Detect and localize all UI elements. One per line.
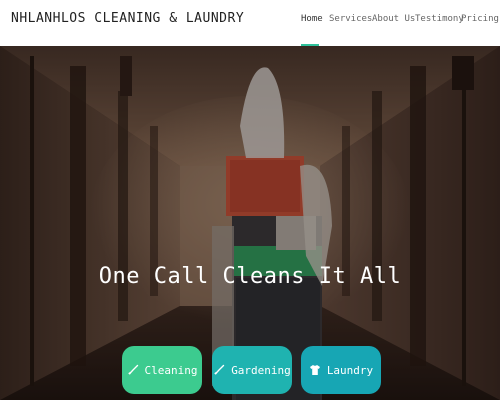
hero-section: One Call Cleans It All Cleaning Gardenin… (0, 46, 500, 400)
shirt-icon (309, 365, 320, 375)
nav-link-services[interactable]: Services (329, 14, 372, 24)
nav-link-testimony[interactable]: Testimony (415, 14, 464, 24)
hero-tagline: One Call Cleans It All (98, 264, 402, 289)
nav-link-pricing[interactable]: Pricing (461, 14, 499, 24)
cleaning-button-label: Cleaning (144, 363, 198, 377)
broom-icon (214, 364, 225, 375)
active-nav-indicator (301, 44, 319, 46)
navbar: NHLANHLOS CLEANING & LAUNDRY Home Servic… (0, 0, 500, 46)
cleaning-button[interactable]: Cleaning (122, 346, 202, 394)
gardening-button[interactable]: Gardening (212, 346, 292, 394)
gardening-button-label: Gardening (231, 363, 291, 377)
laundry-button[interactable]: Laundry (301, 346, 381, 394)
nav-links: Home Services About Us Testimony Pricing (0, 14, 500, 46)
nav-link-home[interactable]: Home (301, 14, 323, 24)
nav-link-about-us[interactable]: About Us (372, 14, 415, 24)
broom-icon (127, 364, 138, 375)
laundry-button-label: Laundry (326, 363, 374, 377)
